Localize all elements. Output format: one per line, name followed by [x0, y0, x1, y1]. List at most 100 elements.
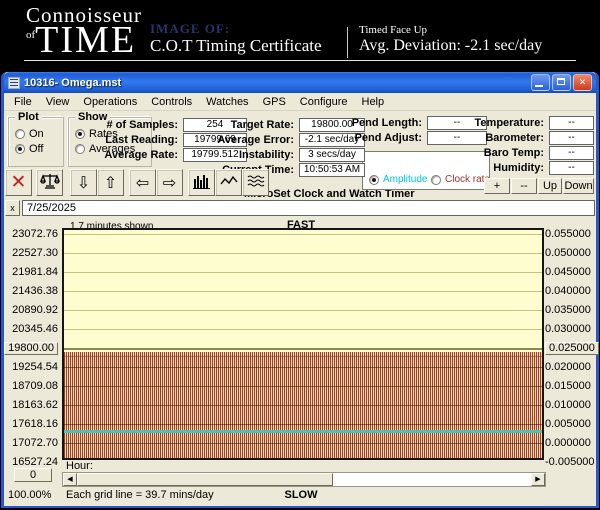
of-samples-label: # of Samples: [60, 119, 178, 131]
menu-help[interactable]: Help [355, 95, 392, 109]
window-content: Plot OnOff Show RatesAverages MicroSet C… [4, 111, 596, 506]
scrollbar-thumb[interactable] [77, 473, 333, 486]
plot-group-caption: Plot [15, 111, 42, 123]
shift-down-button[interactable]: ⇩ [70, 169, 97, 196]
average-rate-label: Average Rate: [60, 149, 178, 161]
adjust----button[interactable]: -- [511, 178, 537, 194]
gridline [64, 329, 542, 330]
arrow-up-icon: ⇧ [104, 175, 117, 191]
menu-watches[interactable]: Watches [199, 95, 255, 109]
balance-button[interactable] [36, 169, 63, 196]
left-axis-tick: 17072.70 [4, 437, 58, 449]
radio-icon [15, 129, 25, 139]
left-axis-tick: 19254.54 [4, 361, 58, 373]
minimize-icon [535, 85, 543, 87]
plot-groupbox: Plot OnOff [8, 117, 64, 167]
gridline [64, 310, 542, 311]
chart-scrollbar[interactable]: ◀ ▶ [62, 472, 546, 487]
gridline [64, 272, 542, 273]
arrow-left-icon: ⇦ [136, 175, 149, 191]
window-title: 10316- Omega.mst [24, 77, 121, 89]
left-axis-tick: 21981.84 [4, 266, 58, 278]
radio-icon [369, 175, 379, 185]
gridline [64, 291, 542, 292]
header-divider [347, 27, 348, 58]
radio-icon [15, 144, 25, 154]
line-chart-icon [220, 174, 238, 191]
adjust-down-button[interactable]: Down [563, 178, 594, 194]
date-clear-button[interactable]: x [5, 200, 20, 216]
radio-off[interactable]: Off [15, 143, 43, 155]
scrollbar-right-icon[interactable]: ▶ [531, 473, 545, 486]
red-x-icon: ✕ [11, 173, 27, 192]
humidity-value: -- [549, 161, 594, 175]
left-axis-tick: 19800.00 [4, 342, 58, 354]
zero-button[interactable]: 0 [14, 468, 52, 482]
menu-configure[interactable]: Configure [293, 95, 355, 109]
right-axis-tick: 0.005000 [545, 418, 591, 430]
app-icon [8, 77, 20, 89]
right-axis-tick: 0.035000 [545, 304, 591, 316]
gridline [64, 234, 542, 235]
maximize-button[interactable] [552, 74, 571, 91]
right-axis-tick: -0.005000 [545, 456, 595, 468]
adjust-up-button[interactable]: Up [538, 178, 562, 194]
title-bar[interactable]: 10316- Omega.mst ✕ [4, 72, 596, 93]
right-axis-tick: 0.045000 [545, 266, 591, 278]
waves-icon [247, 174, 265, 191]
multi-trace-view-button[interactable] [242, 169, 269, 196]
menu-gps[interactable]: GPS [256, 95, 293, 109]
menu-controls[interactable]: Controls [144, 95, 199, 109]
clear-button[interactable]: ✕ [5, 169, 32, 196]
shift-up-button[interactable]: ⇧ [97, 169, 124, 196]
histogram-view-button[interactable] [188, 169, 215, 196]
right-axis-tick: 0.000000 [545, 437, 591, 449]
barometer-value: -- [549, 131, 594, 145]
logo-of: of [26, 29, 35, 41]
gridline [64, 424, 542, 425]
radio-amplitude[interactable]: Amplitude [369, 174, 427, 185]
certificate-header: Connoisseur of TIME IMAGE OF: C.O.T Timi… [0, 0, 600, 72]
left-axis-tick: 20890.92 [4, 304, 58, 316]
radio-label: On [29, 128, 44, 140]
humidity-label: Humidity: [424, 162, 544, 174]
radio-label: Amplitude [383, 174, 427, 185]
current-time-value: 10:50:53 AM [299, 163, 365, 177]
left-axis-tick: 21436.38 [4, 285, 58, 297]
menu-file[interactable]: File [7, 95, 39, 109]
scroll-left-button[interactable]: ⇦ [129, 169, 156, 196]
adjust-+-button[interactable]: + [484, 178, 510, 194]
pend-adjust-label: Pend Adjust: [304, 132, 422, 144]
right-axis-tick: 0.030000 [545, 323, 591, 335]
scrollbar-left-icon[interactable]: ◀ [63, 473, 77, 486]
temperature-value: -- [549, 116, 594, 130]
close-button[interactable]: ✕ [573, 74, 592, 91]
connoisseur-of-time-logo: Connoisseur of TIME [26, 4, 142, 57]
certificate-title: C.O.T Timing Certificate [150, 36, 322, 56]
gridline [64, 348, 542, 350]
gridline [64, 443, 542, 444]
right-axis-tick: 0.055000 [545, 228, 591, 240]
radio-clock-rate[interactable]: Clock rate [431, 174, 490, 185]
line-plot-view-button[interactable] [215, 169, 242, 196]
right-axis-tick: 0.015000 [545, 380, 591, 392]
left-axis-tick: 17618.16 [4, 418, 58, 430]
image-of-label: IMAGE OF: [150, 21, 230, 37]
radio-on[interactable]: On [15, 128, 44, 140]
last-reading-label: Last Reading: [60, 134, 178, 146]
right-axis-tick: 0.010000 [545, 399, 591, 411]
radio-icon [431, 175, 441, 185]
date-input[interactable] [22, 200, 595, 216]
right-axis-tick: 0.020000 [545, 361, 591, 373]
app-window: 10316- Omega.mst ✕ FileViewOperationsCon… [1, 72, 599, 508]
menu-view[interactable]: View [39, 95, 77, 109]
minimize-button[interactable] [531, 74, 550, 91]
scroll-right-button[interactable]: ⇨ [156, 169, 183, 196]
zoom-percent-label: 100.00% [8, 489, 51, 501]
amplitude-trace-line [64, 430, 542, 433]
timing-plot[interactable] [62, 228, 544, 460]
right-axis-tick: 0.025000 [545, 342, 599, 354]
gridline [64, 405, 542, 406]
bar-chart-icon [193, 173, 211, 192]
menu-operations[interactable]: Operations [76, 95, 144, 109]
